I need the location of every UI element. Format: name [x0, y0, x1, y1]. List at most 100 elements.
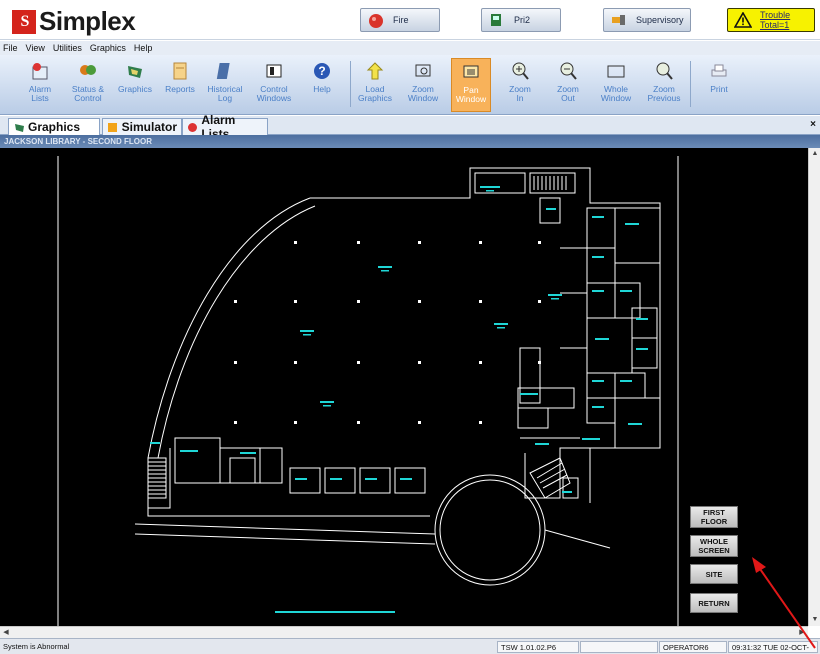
warning-triangle-icon [732, 10, 754, 30]
status-message: System is Abnormal [3, 642, 70, 651]
zoom-window-label-line2: Window [407, 93, 439, 103]
graphics-button[interactable]: Graphics [115, 58, 155, 112]
simplex-logo-mark: S [12, 9, 36, 34]
alarm-lists-button[interactable]: Alarm Lists [20, 58, 60, 112]
first-floor-button[interactable]: FIRST FLOOR [690, 506, 738, 528]
trouble-text: Trouble Total=1 [760, 10, 790, 30]
toolbar-separator [690, 61, 691, 107]
whole-window-label: Whole Window [601, 85, 631, 103]
control-windows-button[interactable]: Control Windows [254, 58, 294, 112]
print-button[interactable]: Print [697, 58, 741, 112]
load-graphics-icon [364, 60, 386, 82]
whole-screen-button[interactable]: WHOLE SCREEN [690, 535, 738, 557]
status-control-icon [77, 60, 99, 82]
status-control-button[interactable]: Status & Control [68, 58, 108, 112]
alarm-lists-label: Alarm Lists [29, 85, 51, 103]
close-tab-icon[interactable]: × [810, 119, 816, 130]
graphics-tab-icon [13, 121, 25, 133]
title-strip: S Simplex Fire Pri2 Supervisory Trouble … [0, 0, 820, 40]
reports-label: Reports [165, 84, 195, 94]
pri2-alarm-label: Pri2 [514, 15, 531, 25]
floor-plan [57, 156, 679, 626]
graphics-icon [124, 60, 146, 82]
pri2-icon [486, 10, 508, 30]
pri2-alarm-button[interactable]: Pri2 [481, 8, 561, 32]
print-label: Print [710, 84, 728, 94]
supervisory-icon [608, 10, 630, 30]
help-label: Help [313, 84, 331, 94]
trouble-alarm-button[interactable]: Trouble Total=1 [727, 8, 815, 32]
print-icon [708, 60, 730, 82]
graphics-label: Graphics [117, 84, 152, 94]
status-operator: OPERATOR6 [659, 641, 727, 653]
load-graphics-label: Load Graphics [358, 85, 392, 103]
site-button[interactable]: SITE [690, 564, 738, 584]
tab-alarm-lists[interactable]: Alarm Lists [182, 113, 268, 141]
zoom-in-button[interactable]: Zoom In [500, 58, 540, 112]
load-graphics-button[interactable]: Load Graphics [355, 58, 395, 112]
status-control-label-line2: Control [74, 93, 102, 103]
menu-help[interactable]: Help [134, 41, 153, 55]
supervisory-alarm-button[interactable]: Supervisory [603, 8, 691, 32]
status-bar: System is Abnormal TSW 1.01.02.P6 OPERAT… [0, 638, 820, 654]
alarm-lists-label-line2: Lists [31, 93, 49, 103]
fire-alarm-label: Fire [393, 15, 409, 25]
tab-graphics[interactable]: Graphics [8, 118, 100, 135]
zoom-in-label-line2: In [516, 93, 524, 103]
tab-simulator-label: Simulator [121, 120, 177, 134]
control-windows-label-line2: Windows [256, 93, 292, 103]
reports-button[interactable]: Reports [160, 58, 200, 112]
zoom-window-button[interactable]: Zoom Window [403, 58, 443, 112]
simulator-tab-icon [107, 121, 119, 133]
pan-window-label: Pan Window [456, 86, 486, 104]
zoom-in-icon [509, 60, 531, 82]
menu-view[interactable]: View [26, 41, 45, 55]
trouble-label: Trouble [760, 10, 791, 20]
menu-graphics[interactable]: Graphics [90, 41, 126, 55]
historical-log-label-line2: Log [217, 93, 233, 103]
zoom-previous-button[interactable]: Zoom Previous [644, 58, 684, 112]
site-label: SITE [705, 569, 723, 579]
zoom-previous-label: Zoom Previous [647, 85, 680, 103]
vertical-scrollbar[interactable]: ▲ ▼ [808, 148, 820, 626]
reports-icon [169, 60, 191, 82]
status-empty-cell [580, 641, 658, 653]
whole-window-button[interactable]: Whole Window [596, 58, 636, 112]
tab-graphics-label: Graphics [28, 120, 81, 134]
fire-icon [365, 10, 387, 30]
tab-strip: Graphics Simulator Alarm Lists × [0, 113, 820, 141]
control-windows-label: Control Windows [257, 85, 291, 103]
toolbar-separator [350, 61, 351, 107]
horizontal-scrollbar[interactable]: ◀ ▶ [0, 626, 808, 638]
trouble-total: Total=1 [760, 20, 790, 30]
historical-log-icon [214, 60, 236, 82]
zoom-previous-label-line2: Previous [647, 93, 681, 103]
fire-alarm-button[interactable]: Fire [360, 8, 440, 32]
graphics-canvas[interactable]: FIRST FLOOR WHOLE SCREEN SITE RETURN [0, 148, 808, 626]
simplex-logo: S Simplex [12, 6, 136, 37]
help-icon: ? [311, 60, 333, 82]
control-windows-icon [263, 60, 285, 82]
alarm-lists-icon [29, 60, 51, 82]
simplex-logo-text: Simplex [39, 6, 136, 36]
zoom-out-icon [557, 60, 579, 82]
menu-bar: File View Utilities Graphics Help [0, 41, 820, 55]
scroll-up-icon[interactable]: ▲ [809, 148, 820, 160]
zoom-in-label: Zoom In [509, 85, 531, 103]
whole-window-icon [605, 60, 627, 82]
tab-simulator[interactable]: Simulator [102, 118, 182, 135]
scroll-down-icon[interactable]: ▼ [809, 614, 820, 626]
graphic-title: JACKSON LIBRARY - SECOND FLOOR [0, 135, 820, 148]
menu-file[interactable]: File [3, 41, 18, 55]
status-datetime: 09:31:32 TUE 02-OCT-07 [728, 641, 818, 653]
zoom-out-label: Zoom Out [557, 85, 579, 103]
pan-window-button[interactable]: Pan Window [451, 58, 491, 112]
zoom-out-button[interactable]: Zoom Out [548, 58, 588, 112]
alarm-lists-tab-icon [187, 121, 198, 133]
help-button[interactable]: ? Help [302, 58, 342, 112]
historical-log-button[interactable]: Historical Log [205, 58, 245, 112]
historical-log-label: Historical Log [208, 85, 243, 103]
menu-utilities[interactable]: Utilities [53, 41, 82, 55]
return-button[interactable]: RETURN [690, 593, 738, 613]
svg-text:?: ? [318, 64, 325, 78]
